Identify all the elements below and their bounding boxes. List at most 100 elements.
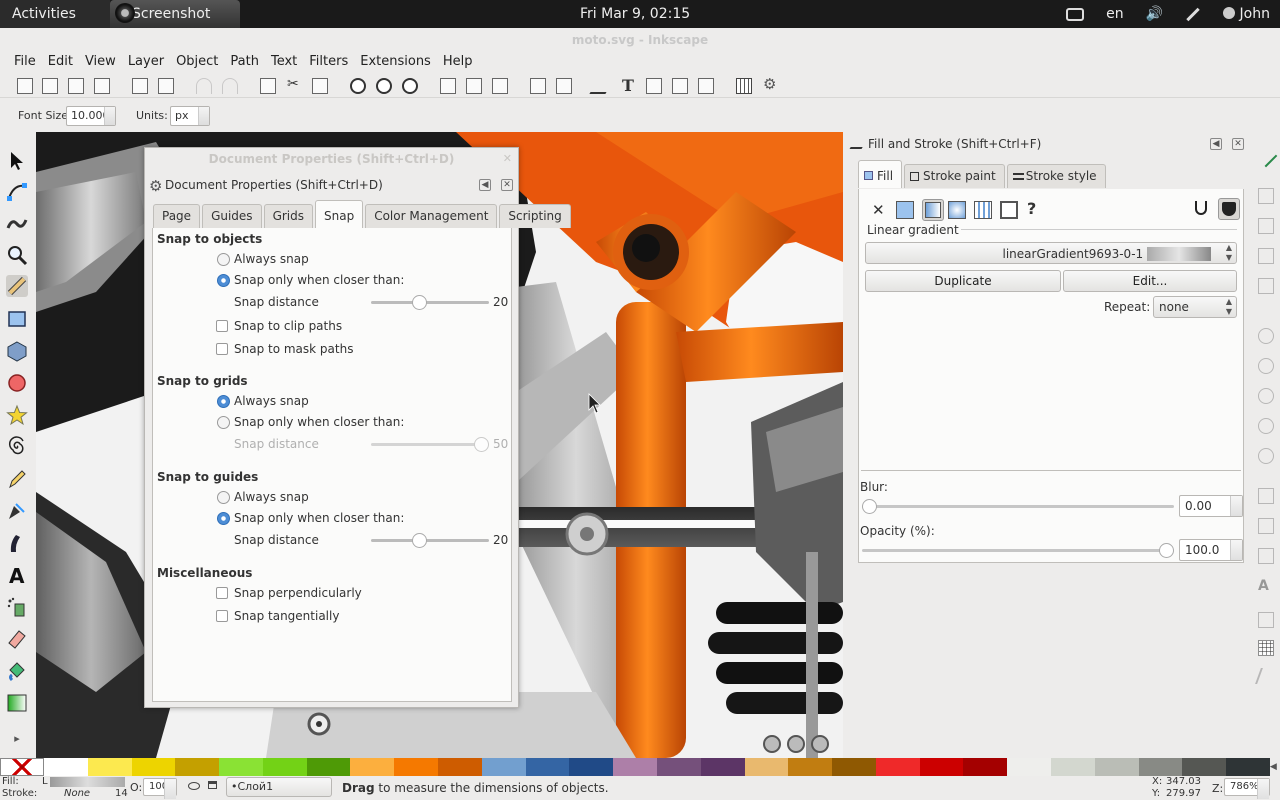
palette-swatch[interactable] xyxy=(175,758,220,776)
palette-swatch[interactable] xyxy=(131,758,176,776)
tab-snap[interactable]: Snap xyxy=(315,200,364,228)
current-layer-select[interactable]: •Слой1 xyxy=(226,777,332,797)
edit-gradient-button[interactable]: Edit... xyxy=(1063,270,1237,292)
snap-smooth-nodes-icon[interactable] xyxy=(1258,448,1274,464)
palette-swatch[interactable] xyxy=(832,758,876,776)
palette-swatch[interactable] xyxy=(613,758,657,776)
clock[interactable]: Fri Mar 9, 02:15 xyxy=(580,0,690,28)
palette-swatch[interactable] xyxy=(1138,758,1183,776)
radial-gradient-icon[interactable] xyxy=(948,201,966,219)
snap-mask-paths-label[interactable]: Snap to mask paths xyxy=(234,340,353,358)
activities-button[interactable]: Activities xyxy=(0,0,110,28)
measure-tool-icon[interactable] xyxy=(6,275,28,297)
snap-midpoints-icon[interactable] xyxy=(1258,488,1274,504)
units-select[interactable]: px xyxy=(170,106,210,126)
calligraphy-tool-icon[interactable] xyxy=(6,532,28,554)
chat-icon[interactable] xyxy=(1066,7,1085,21)
objects-always-snap-radio[interactable] xyxy=(217,253,230,266)
grids-always-snap-label[interactable]: Always snap xyxy=(234,392,309,410)
duplicate-icon[interactable] xyxy=(440,78,456,94)
preferences-icon[interactable] xyxy=(762,75,778,94)
menu-view[interactable]: View xyxy=(79,52,122,72)
zoom-selection-icon[interactable] xyxy=(350,78,366,94)
guides-always-snap-label[interactable]: Always snap xyxy=(234,488,309,506)
menu-help[interactable]: Help xyxy=(437,52,479,72)
snap-guide-icon[interactable] xyxy=(1255,668,1277,684)
zoom-page-icon[interactable] xyxy=(402,78,418,94)
spiral-tool-icon[interactable] xyxy=(6,436,28,458)
export-icon[interactable] xyxy=(158,78,174,94)
snap-mask-paths-checkbox[interactable] xyxy=(216,343,228,355)
ellipse-tool-icon[interactable] xyxy=(6,372,28,394)
palette-swatch[interactable] xyxy=(481,758,526,776)
pen-tablet-icon[interactable] xyxy=(1186,7,1200,21)
layers-icon[interactable] xyxy=(646,78,662,94)
gradient-select[interactable]: linearGradient9693-0-1 ▲ ▼ xyxy=(865,242,1237,264)
new-document-icon[interactable] xyxy=(17,78,33,94)
snap-grid-icon[interactable] xyxy=(1258,640,1274,656)
palette-swatch[interactable] xyxy=(656,758,701,776)
dialog-window-close-icon[interactable]: ✕ xyxy=(503,152,512,165)
flat-color-icon[interactable] xyxy=(896,201,914,219)
no-color-swatch[interactable] xyxy=(0,758,44,776)
snap-bbox-edges-icon[interactable] xyxy=(1258,218,1274,234)
snap-toggle-icon[interactable] xyxy=(1254,144,1278,168)
palette-swatch[interactable] xyxy=(306,758,351,776)
guides-snap-distance-slider[interactable] xyxy=(371,533,489,548)
slider-thumb[interactable] xyxy=(412,533,428,548)
clone-icon[interactable] xyxy=(466,78,482,94)
snap-nodes-icon[interactable] xyxy=(1258,328,1274,344)
palette-swatch[interactable] xyxy=(87,758,132,776)
snap-clip-paths-checkbox[interactable] xyxy=(216,320,228,332)
objects-closer-label[interactable]: Snap only when closer than: xyxy=(234,271,404,289)
repeat-select[interactable]: none ▲ ▼ xyxy=(1153,296,1237,318)
palette-swatch[interactable] xyxy=(525,758,570,776)
palette-swatch[interactable] xyxy=(744,758,789,776)
snap-bbox-icon[interactable] xyxy=(1258,188,1274,204)
open-document-icon[interactable] xyxy=(42,78,58,94)
tab-stroke-style[interactable]: Stroke style xyxy=(1006,164,1106,188)
paste-icon[interactable] xyxy=(312,78,328,94)
palette-swatch[interactable] xyxy=(1182,758,1227,776)
lock-layer-icon[interactable] xyxy=(208,781,217,789)
snap-page-border-icon[interactable] xyxy=(1258,612,1274,628)
menu-text[interactable]: Text xyxy=(265,52,303,72)
tab-stroke-paint[interactable]: Stroke paint xyxy=(904,164,1005,188)
blur-slider[interactable] xyxy=(862,499,1174,514)
pen-tool-icon[interactable] xyxy=(6,500,28,522)
star-tool-icon[interactable] xyxy=(6,404,28,426)
palette-swatch[interactable] xyxy=(1007,758,1051,776)
menu-edit[interactable]: Edit xyxy=(42,52,79,72)
snap-tangentially-checkbox[interactable] xyxy=(216,610,228,622)
menu-path[interactable]: Path xyxy=(224,52,265,72)
keyboard-language[interactable]: en xyxy=(1106,6,1124,22)
paint-bucket-tool-icon[interactable] xyxy=(6,660,28,682)
selector-tool-icon[interactable] xyxy=(6,150,28,172)
font-size-spinbox[interactable]: 10.000 xyxy=(66,106,116,126)
menu-file[interactable]: File xyxy=(8,52,42,72)
dialog-collapse-icon[interactable]: ◀ xyxy=(479,179,491,191)
hide-layer-eye-icon[interactable] xyxy=(188,782,200,790)
objects-closer-radio[interactable] xyxy=(217,274,230,287)
opacity-status-spinbox[interactable]: 100 xyxy=(143,778,177,799)
import-icon[interactable] xyxy=(132,78,148,94)
palette-swatch[interactable] xyxy=(875,758,920,776)
snap-intersections-icon[interactable] xyxy=(1258,388,1274,404)
tab-color-management[interactable]: Color Management xyxy=(365,204,498,228)
tab-grids[interactable]: Grids xyxy=(263,204,313,228)
slider-thumb[interactable] xyxy=(1159,543,1174,558)
print-icon[interactable] xyxy=(94,78,110,94)
spray-tool-icon[interactable] xyxy=(6,596,28,618)
3d-box-tool-icon[interactable] xyxy=(6,340,28,362)
guides-closer-label[interactable]: Snap only when closer than: xyxy=(234,509,404,527)
text-tool-icon[interactable]: A xyxy=(6,564,28,588)
palette-swatch[interactable] xyxy=(1226,758,1270,776)
snap-cusp-nodes-icon[interactable] xyxy=(1258,418,1274,434)
fill-swatch[interactable] xyxy=(50,777,125,787)
copy-icon[interactable] xyxy=(260,78,276,94)
objects-always-snap-label[interactable]: Always snap xyxy=(234,250,309,268)
gradient-tool-icon[interactable] xyxy=(6,692,28,714)
dock-collapse-icon[interactable]: ◀ xyxy=(1210,138,1222,150)
pattern-icon[interactable] xyxy=(1000,201,1018,219)
menu-object[interactable]: Object xyxy=(170,52,224,72)
